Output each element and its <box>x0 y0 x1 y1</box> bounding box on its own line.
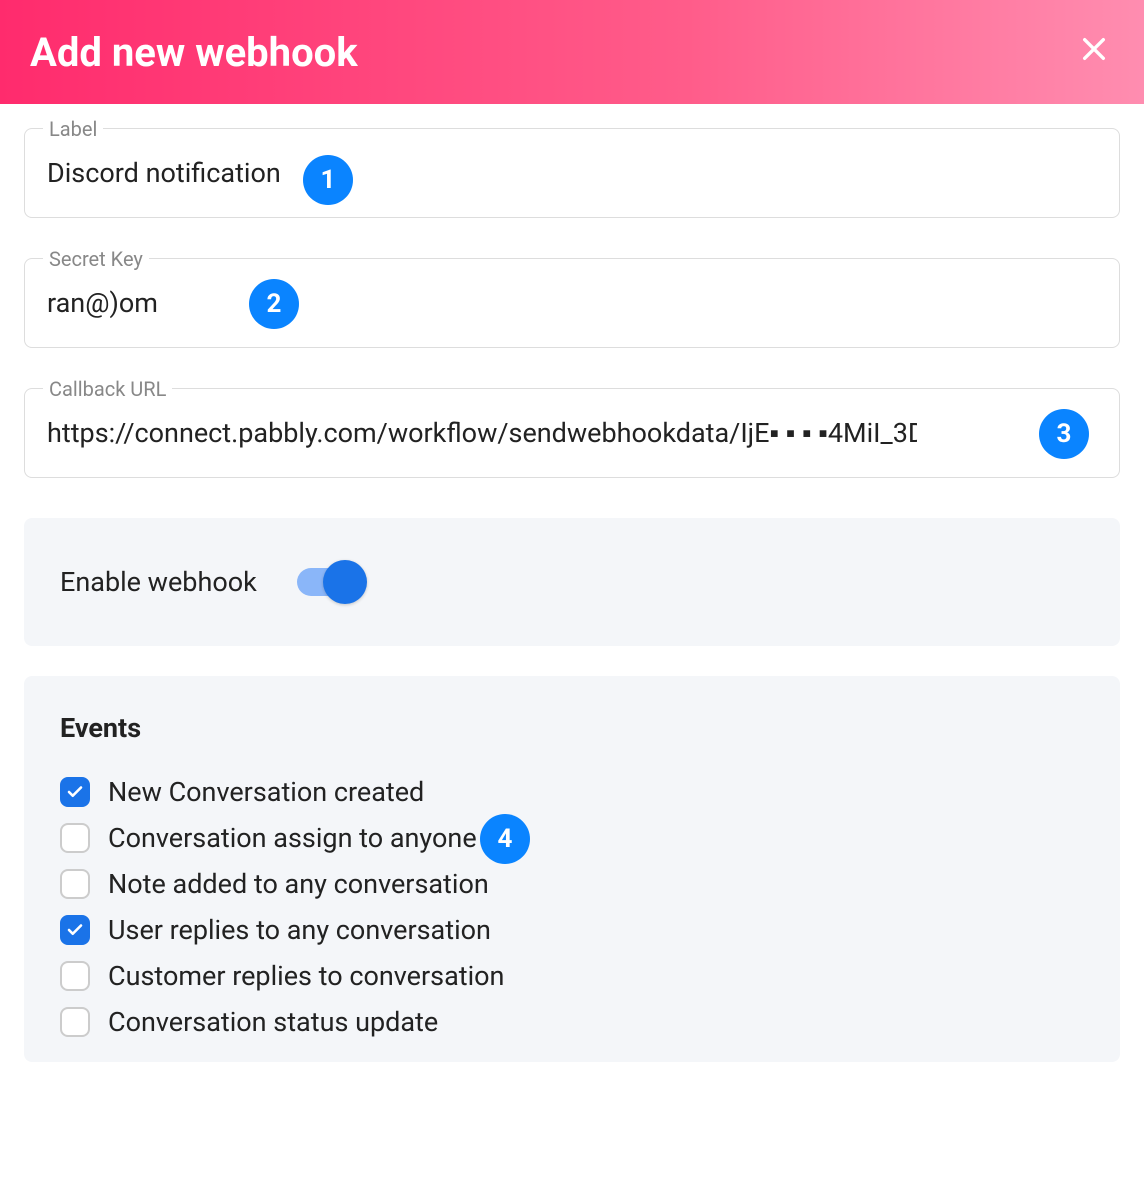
event-label: Customer replies to conversation <box>108 960 504 992</box>
event-checkbox[interactable] <box>60 915 90 945</box>
event-label: Conversation assign to anyone <box>108 822 477 854</box>
close-icon[interactable] <box>1074 29 1114 76</box>
event-checkbox[interactable] <box>60 1007 90 1037</box>
callback-url-field-label: Callback URL <box>43 377 172 401</box>
callback-url-field: Callback URL 3 <box>24 388 1120 478</box>
enable-webhook-panel: Enable webhook <box>24 518 1120 646</box>
modal-header: Add new webhook <box>0 0 1144 104</box>
secret-key-field-label: Secret Key <box>43 247 149 271</box>
events-title: Events <box>60 712 1084 744</box>
event-label: User replies to any conversation <box>108 914 491 946</box>
enable-webhook-toggle[interactable] <box>297 568 365 596</box>
event-checkbox[interactable] <box>60 823 90 853</box>
label-input[interactable] <box>47 157 1097 189</box>
event-row: Note added to any conversation <box>60 868 1084 900</box>
callback-url-input[interactable] <box>47 417 917 449</box>
secret-key-input[interactable] <box>47 287 1097 319</box>
event-row: Conversation status update <box>60 1006 1084 1038</box>
annotation-badge-2: 2 <box>249 279 299 329</box>
secret-key-field: Secret Key 2 <box>24 258 1120 348</box>
event-row: Customer replies to conversation <box>60 960 1084 992</box>
event-row: Conversation assign to anyone <box>60 822 1084 854</box>
label-field-label: Label <box>43 117 103 141</box>
annotation-badge-3: 3 <box>1039 409 1089 459</box>
event-checkbox[interactable] <box>60 777 90 807</box>
annotation-badge-4: 4 <box>480 814 530 864</box>
event-row: User replies to any conversation <box>60 914 1084 946</box>
event-label: Conversation status update <box>108 1006 438 1038</box>
modal-title: Add new webhook <box>30 29 358 76</box>
event-label: Note added to any conversation <box>108 868 489 900</box>
events-panel: Events New Conversation created Conversat… <box>24 676 1120 1062</box>
event-label: New Conversation created <box>108 776 424 808</box>
event-checkbox[interactable] <box>60 869 90 899</box>
annotation-badge-1: 1 <box>303 155 353 205</box>
label-field: Label 1 <box>24 128 1120 218</box>
enable-webhook-label: Enable webhook <box>60 566 257 598</box>
event-row: New Conversation created <box>60 776 1084 808</box>
toggle-knob <box>323 560 367 604</box>
event-checkbox[interactable] <box>60 961 90 991</box>
